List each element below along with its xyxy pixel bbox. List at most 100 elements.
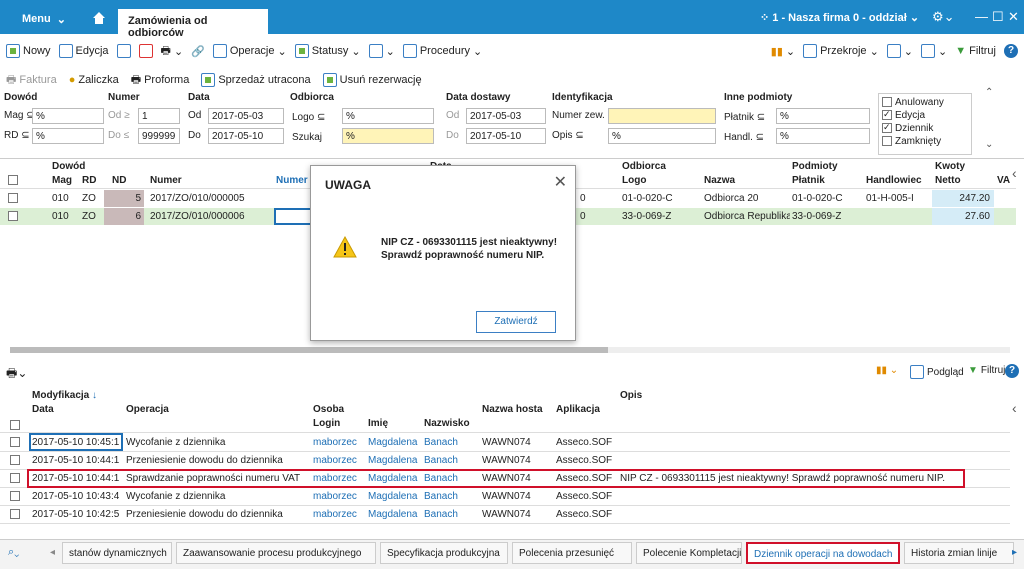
delete-button[interactable] <box>138 44 153 58</box>
search-icon[interactable]: ⌕⌄ <box>8 546 19 559</box>
row-checkbox[interactable] <box>8 193 21 204</box>
preview-button[interactable]: Podgląd <box>910 365 964 379</box>
mag-input[interactable]: % <box>32 108 104 124</box>
minimize-icon[interactable]: — <box>975 9 988 24</box>
bar-chart-icon[interactable]: ▮▮ ⌄ <box>876 365 898 376</box>
col-nazwa[interactable]: Nazwa <box>704 175 735 186</box>
invoice-button[interactable]: 🖶 Faktura <box>6 71 57 90</box>
row-checkbox[interactable] <box>10 491 23 502</box>
procedures-button[interactable]: Procedury ⌄ <box>402 44 482 58</box>
col-numer2[interactable]: Numer <box>276 175 308 186</box>
numer-zew-input[interactable] <box>608 108 716 124</box>
col-netto[interactable]: Netto <box>935 175 961 186</box>
menu-button[interactable]: Menu ⌄ <box>12 9 76 29</box>
collapse-icon[interactable]: ⌃ <box>985 87 993 98</box>
journal-row[interactable]: 2017-05-10 10:43:4 Wycofanie z dziennika m… <box>0 488 1016 506</box>
col-imie[interactable]: Imię <box>368 418 388 429</box>
col-logo[interactable]: Logo <box>622 175 646 186</box>
journal-row[interactable]: 2017-05-10 10:42:5 Przeniesienie dowodu d… <box>0 506 1016 524</box>
export-button[interactable]: ⌄ <box>368 44 395 58</box>
filter-button[interactable]: ▼ Filtruj <box>968 365 1005 376</box>
tab-4[interactable]: Polecenie Kompletacji <box>636 542 742 564</box>
statuses-button[interactable]: Statusy ⌄ <box>294 44 361 58</box>
journal-row[interactable]: 2017-05-10 10:44:1 Przeniesienie dowodu d… <box>0 452 1016 470</box>
tab-scroll-left-icon[interactable]: ◂ <box>50 547 55 558</box>
help-icon[interactable]: ? <box>1005 364 1019 378</box>
col-handlowiec[interactable]: Handlowiec <box>866 175 922 186</box>
filter-button[interactable]: ▼ Filtruj <box>955 45 996 57</box>
chart-button[interactable]: ▮▮ ⌄ <box>771 45 795 58</box>
advance-button[interactable]: ● Zaliczka <box>69 74 119 86</box>
col-numer[interactable]: Numer <box>150 175 182 186</box>
numer-od-input[interactable]: 1 <box>138 108 180 124</box>
header-checkbox[interactable] <box>10 420 23 431</box>
edycja-checkbox[interactable]: Edycja <box>882 108 968 122</box>
close-icon[interactable]: ✕ <box>554 172 567 192</box>
handl-input[interactable]: % <box>776 128 870 144</box>
data-od-input[interactable]: 2017-05-03 <box>208 108 284 124</box>
operations-button[interactable]: Operacje ⌄ <box>212 44 287 58</box>
anulowany-checkbox[interactable]: Anulowany <box>882 96 968 109</box>
chevron-left-icon[interactable]: ‹ <box>1012 165 1017 181</box>
header-checkbox[interactable] <box>8 175 21 186</box>
tab-3[interactable]: Polecenia przesunięć <box>512 542 632 564</box>
proforma-button[interactable]: 🖶 Proforma <box>131 71 190 90</box>
firm-selector[interactable]: ⁘ 1 - Nasza firma 0 - oddział ⌄ <box>760 11 919 24</box>
tab-scroll-right-icon[interactable]: ▸ <box>1012 547 1017 558</box>
chevron-left-icon[interactable]: ‹ <box>1012 400 1017 416</box>
col-app[interactable]: Aplikacja <box>556 404 600 415</box>
remove-reservation-button[interactable]: Usuń rezerwację <box>322 73 422 87</box>
print-button[interactable]: 🖶⌄ <box>6 364 27 385</box>
reports-button[interactable]: Przekroje ⌄ <box>803 44 879 58</box>
row-checkbox[interactable] <box>10 509 23 520</box>
col-nazwisko[interactable]: Nazwisko <box>424 418 470 429</box>
lost-sale-button[interactable]: Sprzedaż utracona <box>201 73 311 87</box>
dd-od-input[interactable]: 2017-05-03 <box>466 108 546 124</box>
logo-input[interactable]: % <box>342 108 434 124</box>
journal-row[interactable]: 2017-05-10 10:45:1 Wycofanie z dziennika m… <box>0 434 1016 452</box>
sort-down-icon[interactable]: ↓ <box>92 390 97 401</box>
col-data[interactable]: Data <box>32 404 54 415</box>
tab-0[interactable]: stanów dynamicznych <box>62 542 172 564</box>
row-checkbox[interactable] <box>10 437 23 448</box>
szukaj-input[interactable]: % <box>342 128 434 144</box>
expand-icon[interactable]: ⌄ <box>985 139 993 150</box>
col-va[interactable]: VA <box>997 175 1010 186</box>
maximize-icon[interactable]: ☐ <box>992 9 1004 25</box>
close-icon[interactable]: ✕ <box>1008 9 1019 25</box>
row-checkbox[interactable] <box>8 211 21 222</box>
attach-button[interactable]: 🔗 <box>191 45 205 58</box>
col-mag[interactable]: Mag <box>52 175 72 186</box>
row-checkbox[interactable] <box>10 455 23 466</box>
help-button[interactable]: ? <box>1004 44 1018 58</box>
data-do-input[interactable]: 2017-05-10 <box>208 128 284 144</box>
numer-do-input[interactable]: 999999 <box>138 128 180 144</box>
print-button[interactable]: 🖶⌄ <box>161 42 184 61</box>
tab-1[interactable]: Zaawansowanie procesu produkcyjnego <box>176 542 376 564</box>
tab-2[interactable]: Specyfikacja produkcyjna <box>380 542 508 564</box>
zamkniety-checkbox[interactable]: Zamknięty <box>882 135 968 148</box>
cell-numer2-editing[interactable] <box>274 208 314 225</box>
col-operacja[interactable]: Operacja <box>126 404 169 415</box>
home-icon[interactable] <box>92 11 106 25</box>
settings-icon[interactable]: ⚙⌄ <box>932 9 955 25</box>
opis-input[interactable]: % <box>608 128 716 144</box>
tab-6[interactable]: Historia zmian linije <box>904 542 1014 564</box>
dd-do-input[interactable]: 2017-05-10 <box>466 128 546 144</box>
platnik-input[interactable]: % <box>776 108 870 124</box>
tab-5[interactable]: Dziennik operacji na dowodach <box>746 542 900 564</box>
copy-button[interactable] <box>116 44 131 58</box>
confirm-button[interactable]: Zatwierdź <box>476 311 556 333</box>
calendar-button[interactable]: ⌄ <box>921 44 947 58</box>
col-host[interactable]: Nazwa hosta <box>482 404 543 415</box>
col-nd[interactable]: ND <box>112 175 126 186</box>
edit-button[interactable]: Edycja <box>58 44 109 58</box>
row-checkbox[interactable] <box>10 473 23 484</box>
dziennik-checkbox[interactable]: Dziennik <box>882 121 968 135</box>
col-opis[interactable]: Opis <box>620 390 642 401</box>
col-rd[interactable]: RD <box>82 175 96 186</box>
rd-input[interactable]: % <box>32 128 104 144</box>
col-login[interactable]: Login <box>313 418 340 429</box>
new-button[interactable]: Nowy <box>6 44 51 58</box>
horizontal-scrollbar[interactable] <box>10 347 1010 353</box>
